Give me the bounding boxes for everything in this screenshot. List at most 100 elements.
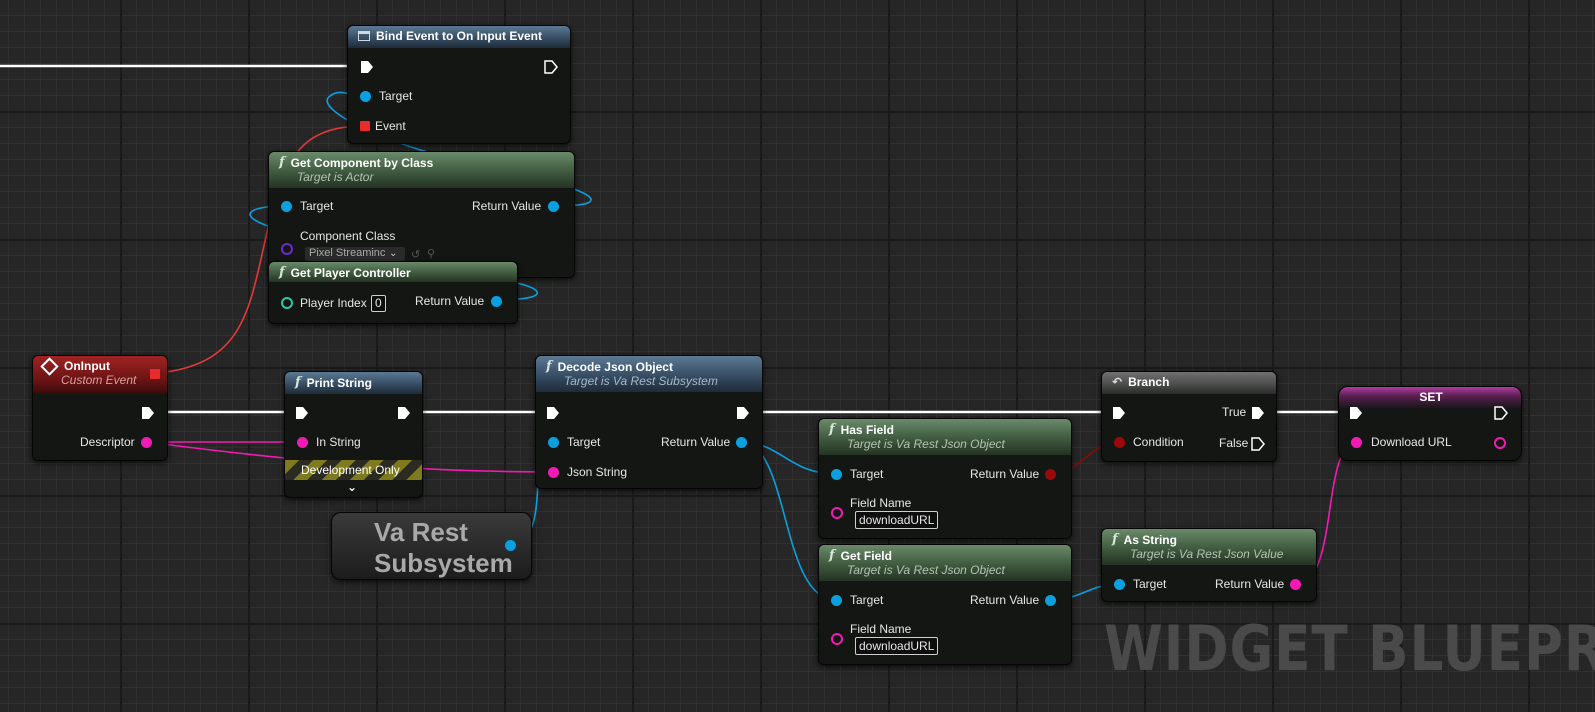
getfield-target-pin[interactable] [831,595,842,606]
decode-json-node[interactable]: f Decode Json Object Target is Va Rest Su… [535,355,763,489]
branch-condition-label: Condition [1133,435,1184,449]
exec-true-pin[interactable] [1251,406,1265,420]
hasfield-return-pin[interactable] [1045,469,1056,480]
asstring-target-label: Target [1133,577,1167,591]
get-component-header[interactable]: f Get Component by Class Target is Actor [269,152,574,188]
get-field-title: Get Field [840,548,892,563]
player-index-input[interactable]: 0 [371,295,386,312]
expand-chevron-icon[interactable]: ⌄ [347,480,357,494]
set-variable-node[interactable]: SET Download URL [1338,386,1522,461]
get-field-node[interactable]: f Get Field Target is Va Rest Json Object… [818,544,1072,665]
on-input-delegate-pin[interactable] [150,369,160,379]
exec-in-pin[interactable] [1349,406,1363,420]
bind-event-pin[interactable] [360,121,370,131]
function-icon: f [295,375,301,390]
decode-json-subtitle: Target is Va Rest Subsystem [564,374,718,388]
print-string-node[interactable]: f Print String In String Development Only… [284,371,423,498]
asstring-target-pin[interactable] [1114,579,1125,590]
exec-out-pin[interactable] [1494,406,1508,420]
on-input-header[interactable]: OnInput Custom Event [33,356,167,394]
hasfield-return-label: Return Value [970,467,1040,481]
decode-json-title: Decode Json Object [557,359,673,374]
component-class-pin[interactable] [281,243,293,255]
as-string-title: As String [1123,532,1177,547]
get-player-controller-header[interactable]: f Get Player Controller [269,262,517,282]
getcomp-return-pin[interactable] [548,201,559,212]
download-url-input-pin[interactable] [1351,437,1362,448]
get-component-subtitle: Target is Actor [297,170,374,184]
function-icon: f [1112,532,1118,547]
getcomp-target-pin[interactable] [281,201,292,212]
branch-title: Branch [1128,375,1170,389]
branch-condition-pin[interactable] [1114,437,1125,448]
getfield-return-pin[interactable] [1045,595,1056,606]
hasfield-fieldname-input[interactable]: downloadURL [855,511,939,529]
exec-out-pin[interactable] [141,406,155,420]
decode-target-pin[interactable] [548,437,559,448]
branch-icon: ↶ [1112,375,1123,389]
getfield-return-label: Return Value [970,593,1040,607]
va-rest-subsystem-label: Va Rest Subsystem [374,517,513,578]
descriptor-pin[interactable] [141,437,152,448]
descriptor-label: Descriptor [80,435,135,449]
has-field-subtitle: Target is Va Rest Json Object [847,437,1005,451]
exec-false-pin[interactable] [1251,437,1265,451]
exec-out-pin[interactable] [736,406,750,420]
bind-event-title: Bind Event to On Input Event [376,29,542,43]
getfield-fieldname-input[interactable]: downloadURL [855,637,939,655]
decode-target-label: Target [567,435,601,449]
va-rest-output-pin[interactable] [505,540,516,551]
player-index-label: Player Index [300,296,367,310]
hasfield-fieldname-pin[interactable] [831,507,843,519]
hasfield-target-pin[interactable] [831,469,842,480]
bind-target-label: Target [379,89,413,103]
search-icon[interactable]: ⚲ [427,247,435,260]
branch-node[interactable]: ↶ Branch True Condition False [1101,371,1277,462]
development-only-banner: Development Only [285,460,422,480]
chevron-down-icon[interactable]: ⌄ [389,248,397,259]
decode-return-pin[interactable] [736,437,747,448]
exec-out-pin[interactable] [397,406,411,420]
exec-in-pin[interactable] [546,406,560,420]
hasfield-fieldname-label: Field Name [850,496,912,510]
branch-false-label: False [1219,436,1249,450]
decode-json-header[interactable]: f Decode Json Object Target is Va Rest Su… [536,356,762,392]
wire-layer [0,64,1359,601]
as-string-header[interactable]: f As String Target is Va Rest Json Value [1102,529,1316,565]
in-string-pin[interactable] [297,437,308,448]
bind-event-node[interactable]: Bind Event to On Input Event Target Even… [347,25,571,144]
has-field-header[interactable]: f Has Field Target is Va Rest Json Object [819,419,1071,455]
bind-event-header[interactable]: Bind Event to On Input Event [348,26,570,48]
json-string-label: Json String [567,465,628,479]
get-field-header[interactable]: f Get Field Target is Va Rest Json Object [819,545,1071,581]
va-rest-subsystem-node[interactable]: Va Rest Subsystem [331,512,532,580]
download-url-output-pin[interactable] [1494,437,1506,449]
has-field-node[interactable]: f Has Field Target is Va Rest Json Object… [818,418,1072,539]
print-string-title: Print String [306,375,372,390]
exec-in-pin[interactable] [360,60,374,74]
bind-target-pin[interactable] [360,91,371,102]
on-input-event-node[interactable]: OnInput Custom Event Descriptor [32,355,168,461]
browse-back-icon[interactable]: ↺ [411,248,420,261]
get-component-node[interactable]: f Get Component by Class Target is Actor … [268,151,575,278]
print-string-header[interactable]: f Print String [285,372,422,394]
exec-out-pin[interactable] [544,60,558,74]
decode-return-label: Return Value [661,435,731,449]
widget-blueprint-watermark: WIDGET BLUEPRIN [1104,612,1595,685]
exec-in-pin[interactable] [295,406,309,420]
pc-return-pin[interactable] [491,296,502,307]
set-title: SET [1419,390,1443,404]
getfield-fieldname-pin[interactable] [831,633,843,645]
download-url-label: Download URL [1371,435,1452,449]
custom-event-icon [40,356,59,376]
hasfield-target-label: Target [850,467,884,481]
get-player-controller-node[interactable]: f Get Player Controller Player Index 0 Re… [268,261,518,324]
on-input-subtitle: Custom Event [61,373,137,387]
player-index-pin[interactable] [281,297,293,309]
function-icon: f [829,548,835,563]
exec-in-pin[interactable] [1112,406,1126,420]
json-string-pin[interactable] [548,467,559,478]
branch-header[interactable]: ↶ Branch [1102,372,1276,394]
as-string-node[interactable]: f As String Target is Va Rest Json Value … [1101,528,1317,602]
asstring-return-pin[interactable] [1290,579,1301,590]
